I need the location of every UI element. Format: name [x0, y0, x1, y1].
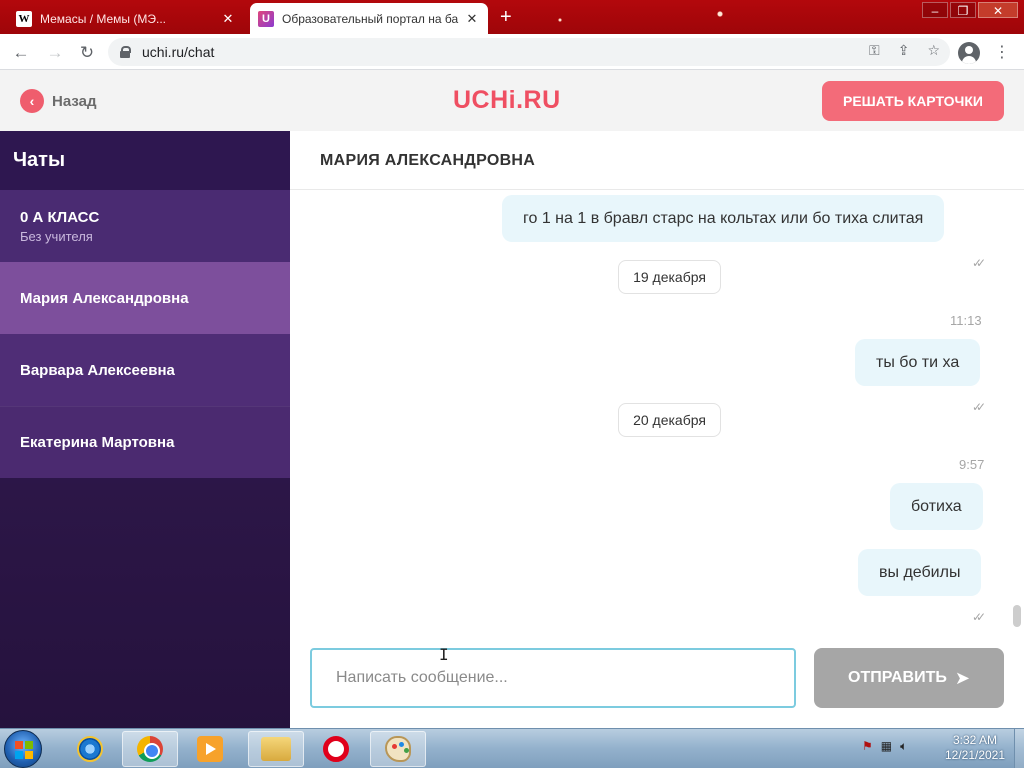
new-tab-icon[interactable]: +: [500, 6, 512, 28]
window-controls: – ❐ ✕: [922, 2, 1018, 18]
kebab-menu-icon[interactable]: ⋮: [992, 42, 1012, 64]
back-arrow-icon[interactable]: ←: [10, 42, 32, 64]
taskbar-opera[interactable]: [308, 731, 364, 767]
read-ticks-icon: ✓✓: [972, 610, 986, 624]
chats-sidebar: Чаты 0 А КЛАСС Без учителя Мария Алексан…: [0, 131, 290, 728]
chat-item-ekaterina[interactable]: Екатерина Мартовна: [0, 406, 290, 478]
paint-icon: [385, 736, 411, 762]
message-bubble: вы дебилы: [858, 549, 982, 596]
taskbar-ie[interactable]: [62, 731, 118, 767]
send-button[interactable]: ОТПРАВИТЬ ➤: [814, 648, 1004, 708]
back-button[interactable]: ‹ Назад: [20, 89, 96, 113]
profile-avatar-icon[interactable]: [958, 42, 980, 64]
tab-title: Мемасы / Мемы (МЭ...: [40, 11, 166, 26]
system-tray: ⚑ ▦ 🔈︎: [862, 739, 907, 754]
date-separator: 19 декабря: [618, 260, 721, 294]
sidebar-title: Чаты: [0, 131, 290, 190]
message-time: 11:13: [950, 313, 982, 328]
forward-arrow-icon[interactable]: →: [44, 42, 66, 64]
browser-tab-uchi[interactable]: U Образовательный портал на ба ✕: [250, 3, 488, 34]
clock-time: 3:32 AM: [952, 733, 998, 747]
back-label: Назад: [52, 92, 97, 110]
restore-icon[interactable]: ❐: [950, 2, 976, 18]
chat-item-maria[interactable]: Мария Александровна: [0, 262, 290, 334]
url-text: uchi.ru/chat: [142, 44, 215, 60]
close-tab-icon[interactable]: ✕: [464, 11, 480, 27]
opera-icon: [323, 736, 349, 762]
action-center-flag-icon[interactable]: ⚑: [862, 739, 873, 754]
key-icon[interactable]: ⚿: [869, 42, 880, 59]
chevron-left-icon: ‹: [20, 89, 44, 113]
taskbar-media-player[interactable]: [182, 731, 238, 767]
share-icon[interactable]: ⇪: [898, 42, 910, 59]
start-button-icon[interactable]: [4, 730, 42, 768]
read-ticks-icon: ✓✓: [972, 400, 986, 414]
chat-item-name: 0 А КЛАСС: [20, 208, 100, 226]
site-header: ‹ Назад UCHi.RU РЕШАТЬ КАРТОЧКИ: [0, 70, 1024, 131]
network-icon[interactable]: ▦: [881, 739, 892, 754]
message-bubble: го 1 на 1 в бравл старс на кольтах или б…: [502, 195, 945, 242]
text-cursor-icon: I: [439, 645, 449, 664]
window-close-icon[interactable]: ✕: [978, 2, 1018, 18]
message-list[interactable]: го 1 на 1 в бравл старс на кольтах или б…: [290, 190, 1024, 630]
folder-icon: [261, 737, 291, 761]
volume-icon[interactable]: 🔈︎: [900, 739, 907, 754]
wikipedia-favicon-icon: W: [16, 10, 32, 27]
chat-item-subtitle: Без учителя: [20, 228, 93, 244]
star-icon[interactable]: ☆: [927, 42, 940, 59]
reload-icon[interactable]: ↻: [76, 42, 98, 64]
uchi-logo[interactable]: UCHi.RU: [453, 86, 561, 115]
show-desktop-button[interactable]: [1014, 729, 1024, 768]
clock-date: 12/21/2021: [944, 748, 1006, 762]
address-bar-actions: ⚿ ⇪ ☆: [869, 42, 940, 59]
tab-title: Образовательный портал на ба: [282, 11, 459, 26]
date-separator: 20 декабря: [618, 403, 721, 437]
message-bubble: ты бо ти ха: [855, 339, 981, 386]
internet-explorer-icon: [77, 736, 103, 762]
solve-cards-button[interactable]: РЕШАТЬ КАРТОЧКИ: [822, 81, 1004, 121]
windows-taskbar: ⚑ ▦ 🔈︎ 3:32 AM 12/21/2021: [0, 728, 1024, 768]
taskbar-chrome[interactable]: [122, 731, 178, 767]
chat-title: МАРИЯ АЛЕКСАНДРОВНА: [290, 131, 1024, 190]
send-arrow-icon: ➤: [954, 667, 970, 688]
send-label: ОТПРАВИТЬ: [848, 669, 947, 686]
chat-item-varvara[interactable]: Варвара Алексеевна: [0, 334, 290, 406]
lock-icon[interactable]: [120, 46, 131, 58]
scrollbar-thumb[interactable]: [1013, 605, 1021, 627]
taskbar-explorer[interactable]: [248, 731, 304, 767]
message-time: 9:57: [959, 457, 985, 472]
uchi-favicon-icon: U: [258, 10, 274, 27]
chat-item-name: Екатерина Мартовна: [20, 434, 175, 451]
message-input[interactable]: [310, 648, 796, 708]
taskbar-paint[interactable]: [370, 731, 426, 767]
read-ticks-icon: ✓✓: [972, 256, 986, 270]
chat-item-name: Мария Александровна: [20, 289, 189, 307]
browser-toolbar: ← → ↻ uchi.ru/chat ⚿ ⇪ ☆ ⋮: [0, 34, 1024, 70]
chat-item-0a-class[interactable]: 0 А КЛАСС Без учителя: [0, 190, 290, 262]
minimize-icon[interactable]: –: [922, 2, 948, 18]
chrome-icon: [137, 736, 163, 762]
chat-item-name: Варвара Алексеевна: [20, 361, 175, 379]
browser-tab-strip: W Мемасы / Мемы (МЭ... ✕ U Образовательн…: [0, 0, 1024, 34]
media-player-icon: [197, 736, 223, 762]
message-bubble: ботиха: [890, 483, 983, 530]
scrollbar-track[interactable]: [1011, 190, 1024, 630]
taskbar-clock[interactable]: 3:32 AM 12/21/2021: [940, 733, 1010, 763]
message-composer: ОТПРАВИТЬ ➤: [290, 630, 1024, 728]
close-tab-icon[interactable]: ✕: [220, 11, 236, 27]
browser-tab-memes[interactable]: W Мемасы / Мемы (МЭ... ✕: [8, 3, 244, 34]
address-bar[interactable]: uchi.ru/chat ⚿ ⇪ ☆: [108, 38, 950, 66]
